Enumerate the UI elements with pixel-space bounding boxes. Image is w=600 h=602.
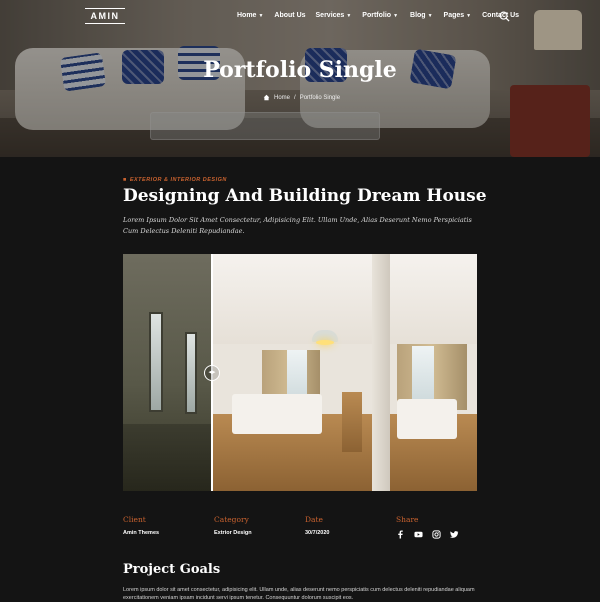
hero-banner: AMIN Home ▼ About Us Services ▼ Portfolio ▼… (0, 0, 600, 157)
lamp-glow (316, 340, 334, 345)
category-label: Category (214, 515, 249, 524)
chevron-down-icon: ▼ (427, 12, 433, 19)
nav-menu: Home ▼ About Us Services ▼ Portfolio ▼ Blog… (237, 12, 519, 19)
project-goals-heading: Project Goals (123, 562, 221, 577)
nav-label: Home (237, 12, 257, 19)
before-after-slider[interactable]: ◂▸ (123, 254, 477, 491)
main-navigation: AMIN Home ▼ About Us Services ▼ Portfolio ▼… (0, 0, 600, 34)
share-icons (396, 530, 459, 539)
window (149, 312, 163, 412)
cabinet (342, 392, 362, 452)
project-category-tag: ■ EXTERIOR & INTERIOR DESIGN (123, 177, 227, 183)
nav-label: Services (315, 12, 345, 19)
chevron-down-icon: ▼ (258, 12, 264, 19)
breadcrumb-separator: / (294, 94, 296, 101)
nav-item-about[interactable]: About Us (274, 12, 305, 19)
nav-item-blog[interactable]: Blog ▼ (410, 12, 433, 19)
project-subtitle: Lorem Ipsum Dolor Sit Amet Consectetur, … (123, 216, 472, 235)
bed (397, 399, 457, 439)
breadcrumb-home[interactable]: Home (274, 95, 290, 101)
nav-label: About Us (274, 12, 306, 19)
facebook-icon[interactable] (396, 530, 405, 539)
before-image (123, 254, 212, 491)
meta-client: Client Amin Themes (123, 515, 159, 536)
search-icon[interactable] (499, 11, 510, 22)
nav-label: Pages (443, 12, 465, 19)
ceiling (212, 254, 477, 344)
nav-item-services[interactable]: Services ▼ (316, 12, 352, 19)
breadcrumb-current: Portfolio Single (299, 94, 341, 101)
nav-item-pages[interactable]: Pages ▼ (444, 12, 472, 19)
date-value: 30/7/2020 (305, 530, 330, 536)
share-label: Share (396, 515, 419, 524)
date-label: Date (305, 515, 323, 524)
page-title: Portfolio Single (203, 57, 397, 83)
home-icon (263, 94, 270, 101)
nav-label: Portfolio (362, 12, 392, 19)
tag-bullet: ■ (123, 177, 127, 183)
nav-label: Blog (410, 12, 426, 19)
site-logo[interactable]: AMIN (85, 8, 125, 24)
bed (232, 394, 322, 434)
client-label: Client (123, 515, 146, 524)
meta-date: Date 30/7/2020 (305, 515, 329, 536)
nav-item-home[interactable]: Home ▼ (237, 12, 263, 19)
breadcrumb: Home / Portfolio Single (263, 94, 340, 101)
meta-share: Share (396, 515, 459, 539)
meta-category: Category Extrior Design (214, 515, 252, 536)
twitter-icon[interactable] (450, 530, 459, 539)
youtube-icon[interactable] (414, 530, 423, 539)
tag-text: EXTERIOR & INTERIOR DESIGN (129, 177, 227, 183)
after-image (212, 254, 477, 491)
window-glass (412, 346, 434, 406)
instagram-icon[interactable] (432, 530, 441, 539)
nav-item-portfolio[interactable]: Portfolio ▼ (362, 12, 398, 19)
client-value: Amin Themes (123, 530, 160, 536)
before-floor (123, 424, 212, 491)
chevron-down-icon: ▼ (466, 12, 472, 19)
chevron-down-icon: ▼ (346, 12, 352, 19)
partition-wall (372, 254, 390, 491)
category-value: Extrior Design (214, 530, 252, 536)
chevron-down-icon: ▼ (393, 12, 399, 19)
project-title: Designing And Building Dream House (123, 186, 487, 206)
slider-handle-icon[interactable]: ◂▸ (204, 365, 220, 381)
window (185, 332, 197, 414)
